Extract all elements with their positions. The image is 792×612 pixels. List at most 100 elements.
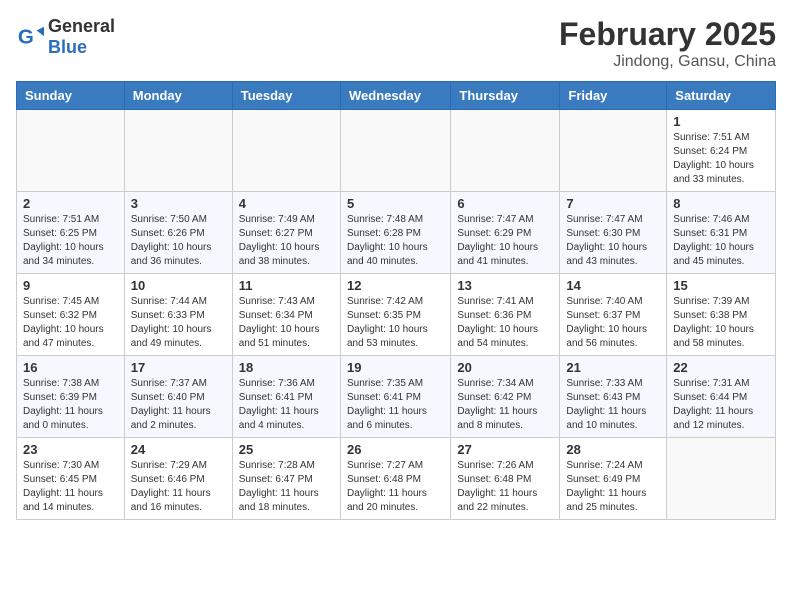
day-number: 5 (347, 196, 444, 211)
calendar-cell: 23 Sunrise: 7:30 AM Sunset: 6:45 PM Dayli… (17, 438, 125, 520)
day-info: Sunrise: 7:47 AM Sunset: 6:29 PM Dayligh… (457, 213, 553, 269)
day-info: Sunrise: 7:48 AM Sunset: 6:28 PM Dayligh… (347, 213, 444, 269)
calendar-cell: 15 Sunrise: 7:39 AM Sunset: 6:38 PM Dayli… (667, 274, 776, 356)
day-number: 7 (566, 196, 660, 211)
day-number: 17 (131, 360, 226, 375)
week-row-2: 2Sunrise: 7:51 AM Sunset: 6:25 PM Daylig… (17, 192, 776, 274)
day-info: Sunrise: 7:43 AM Sunset: 6:34 PM Dayligh… (239, 295, 334, 351)
day-number: 23 (23, 442, 118, 457)
day-number: 16 (23, 360, 118, 375)
calendar-cell: 17 Sunrise: 7:37 AM Sunset: 6:40 PM Dayli… (124, 356, 232, 438)
location-title: Jindong, Gansu, China (559, 53, 776, 71)
day-number: 13 (457, 278, 553, 293)
week-row-1: 1 Sunrise: 7:51 AM Sunset: 6:24 PM Daylig… (17, 110, 776, 192)
day-number: 22 (673, 360, 769, 375)
weekday-header-saturday: Saturday (667, 82, 776, 110)
weekday-header-thursday: Thursday (451, 82, 560, 110)
logo-general: General (48, 16, 115, 36)
calendar-cell (560, 110, 667, 192)
day-info: Sunrise: 7:37 AM Sunset: 6:40 PM Dayligh… (131, 377, 226, 433)
day-number: 6 (457, 196, 553, 211)
day-number: 25 (239, 442, 334, 457)
calendar-cell: 14Sunrise: 7:40 AM Sunset: 6:37 PM Dayli… (560, 274, 667, 356)
day-number: 1 (673, 114, 769, 129)
day-number: 15 (673, 278, 769, 293)
day-info: Sunrise: 7:49 AM Sunset: 6:27 PM Dayligh… (239, 213, 334, 269)
weekday-header-sunday: Sunday (17, 82, 125, 110)
calendar-cell: 20Sunrise: 7:34 AM Sunset: 6:42 PM Dayli… (451, 356, 560, 438)
day-info: Sunrise: 7:47 AM Sunset: 6:30 PM Dayligh… (566, 213, 660, 269)
week-row-5: 23 Sunrise: 7:30 AM Sunset: 6:45 PM Dayli… (17, 438, 776, 520)
logo-text: General Blue (48, 16, 115, 58)
day-info: Sunrise: 7:50 AM Sunset: 6:26 PM Dayligh… (131, 213, 226, 269)
calendar-cell: 7 Sunrise: 7:47 AM Sunset: 6:30 PM Daylig… (560, 192, 667, 274)
calendar-cell: 5 Sunrise: 7:48 AM Sunset: 6:28 PM Daylig… (340, 192, 450, 274)
day-info: Sunrise: 7:44 AM Sunset: 6:33 PM Dayligh… (131, 295, 226, 351)
calendar-cell (667, 438, 776, 520)
day-number: 10 (131, 278, 226, 293)
day-number: 21 (566, 360, 660, 375)
calendar-cell: 4 Sunrise: 7:49 AM Sunset: 6:27 PM Daylig… (232, 192, 340, 274)
calendar-cell: 6 Sunrise: 7:47 AM Sunset: 6:29 PM Daylig… (451, 192, 560, 274)
calendar-cell: 16 Sunrise: 7:38 AM Sunset: 6:39 PM Dayli… (17, 356, 125, 438)
calendar-cell: 22 Sunrise: 7:31 AM Sunset: 6:44 PM Dayli… (667, 356, 776, 438)
calendar-cell (340, 110, 450, 192)
day-info: Sunrise: 7:27 AM Sunset: 6:48 PM Dayligh… (347, 459, 444, 515)
day-info: Sunrise: 7:45 AM Sunset: 6:32 PM Dayligh… (23, 295, 118, 351)
calendar-cell: 28Sunrise: 7:24 AM Sunset: 6:49 PM Dayli… (560, 438, 667, 520)
day-info: Sunrise: 7:51 AM Sunset: 6:24 PM Dayligh… (673, 131, 769, 187)
day-number: 26 (347, 442, 444, 457)
page-header: G General Blue February 2025 Jindong, Ga… (16, 16, 776, 71)
calendar-cell: 10 Sunrise: 7:44 AM Sunset: 6:33 PM Dayli… (124, 274, 232, 356)
day-info: Sunrise: 7:31 AM Sunset: 6:44 PM Dayligh… (673, 377, 769, 433)
day-number: 27 (457, 442, 553, 457)
day-info: Sunrise: 7:51 AM Sunset: 6:25 PM Dayligh… (23, 213, 118, 269)
day-number: 12 (347, 278, 444, 293)
calendar-cell: 1 Sunrise: 7:51 AM Sunset: 6:24 PM Daylig… (667, 110, 776, 192)
logo-blue: Blue (48, 37, 87, 57)
day-info: Sunrise: 7:36 AM Sunset: 6:41 PM Dayligh… (239, 377, 334, 433)
day-info: Sunrise: 7:42 AM Sunset: 6:35 PM Dayligh… (347, 295, 444, 351)
day-number: 9 (23, 278, 118, 293)
day-info: Sunrise: 7:26 AM Sunset: 6:48 PM Dayligh… (457, 459, 553, 515)
day-info: Sunrise: 7:46 AM Sunset: 6:31 PM Dayligh… (673, 213, 769, 269)
calendar-cell: 13Sunrise: 7:41 AM Sunset: 6:36 PM Dayli… (451, 274, 560, 356)
day-info: Sunrise: 7:38 AM Sunset: 6:39 PM Dayligh… (23, 377, 118, 433)
calendar-cell: 12 Sunrise: 7:42 AM Sunset: 6:35 PM Dayli… (340, 274, 450, 356)
calendar-cell: 25Sunrise: 7:28 AM Sunset: 6:47 PM Dayli… (232, 438, 340, 520)
calendar-cell: 19Sunrise: 7:35 AM Sunset: 6:41 PM Dayli… (340, 356, 450, 438)
day-number: 11 (239, 278, 334, 293)
day-number: 3 (131, 196, 226, 211)
calendar-table: SundayMondayTuesdayWednesdayThursdayFrid… (16, 81, 776, 520)
day-info: Sunrise: 7:39 AM Sunset: 6:38 PM Dayligh… (673, 295, 769, 351)
weekday-header-row: SundayMondayTuesdayWednesdayThursdayFrid… (17, 82, 776, 110)
weekday-header-friday: Friday (560, 82, 667, 110)
day-info: Sunrise: 7:33 AM Sunset: 6:43 PM Dayligh… (566, 377, 660, 433)
calendar-cell: 26 Sunrise: 7:27 AM Sunset: 6:48 PM Dayli… (340, 438, 450, 520)
day-number: 4 (239, 196, 334, 211)
title-block: February 2025 Jindong, Gansu, China (559, 16, 776, 71)
day-info: Sunrise: 7:30 AM Sunset: 6:45 PM Dayligh… (23, 459, 118, 515)
logo: G General Blue (16, 16, 115, 58)
day-info: Sunrise: 7:34 AM Sunset: 6:42 PM Dayligh… (457, 377, 553, 433)
calendar-cell: 21 Sunrise: 7:33 AM Sunset: 6:43 PM Dayli… (560, 356, 667, 438)
calendar-cell: 3 Sunrise: 7:50 AM Sunset: 6:26 PM Daylig… (124, 192, 232, 274)
calendar-cell: 2Sunrise: 7:51 AM Sunset: 6:25 PM Daylig… (17, 192, 125, 274)
week-row-4: 16 Sunrise: 7:38 AM Sunset: 6:39 PM Dayli… (17, 356, 776, 438)
calendar-cell: 27 Sunrise: 7:26 AM Sunset: 6:48 PM Dayli… (451, 438, 560, 520)
calendar-cell (17, 110, 125, 192)
calendar-cell (232, 110, 340, 192)
calendar-cell (124, 110, 232, 192)
calendar-cell: 11 Sunrise: 7:43 AM Sunset: 6:34 PM Dayli… (232, 274, 340, 356)
day-number: 24 (131, 442, 226, 457)
calendar-cell: 9 Sunrise: 7:45 AM Sunset: 6:32 PM Daylig… (17, 274, 125, 356)
weekday-header-tuesday: Tuesday (232, 82, 340, 110)
month-title: February 2025 (559, 16, 776, 53)
calendar-cell (451, 110, 560, 192)
day-info: Sunrise: 7:35 AM Sunset: 6:41 PM Dayligh… (347, 377, 444, 433)
day-number: 8 (673, 196, 769, 211)
week-row-3: 9 Sunrise: 7:45 AM Sunset: 6:32 PM Daylig… (17, 274, 776, 356)
logo-icon: G (16, 23, 44, 51)
calendar-cell: 18Sunrise: 7:36 AM Sunset: 6:41 PM Dayli… (232, 356, 340, 438)
day-info: Sunrise: 7:40 AM Sunset: 6:37 PM Dayligh… (566, 295, 660, 351)
